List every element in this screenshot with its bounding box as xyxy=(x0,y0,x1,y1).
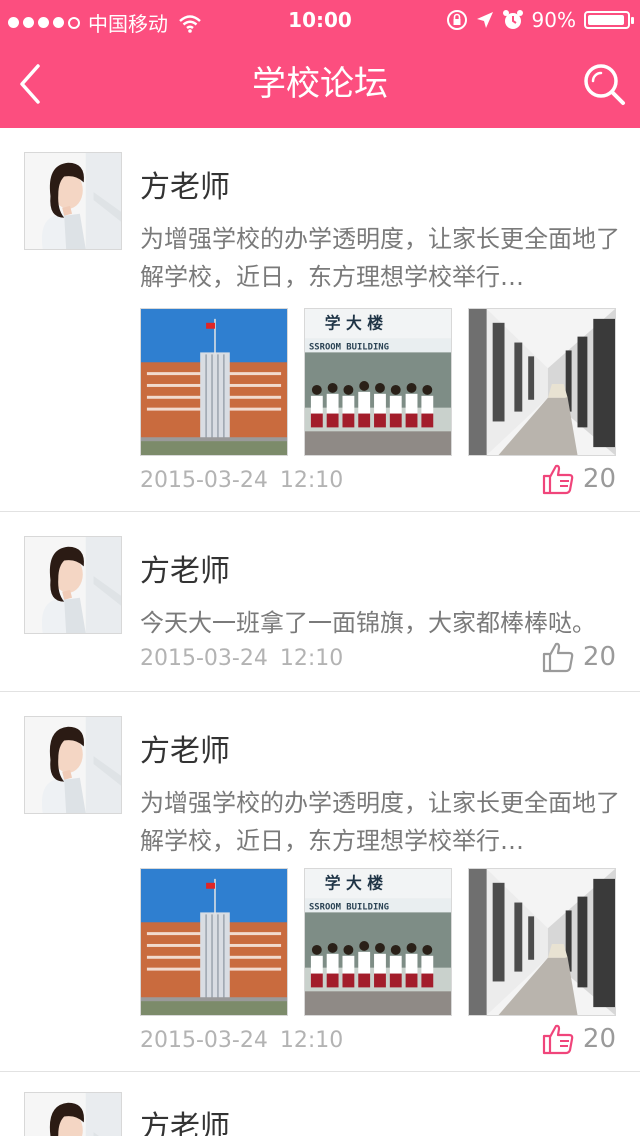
post-item[interactable]: 方老师 为增强学校的办学透明度，让家长更全面地了解学校，近日，东方理想学校举行…… xyxy=(0,128,640,512)
search-button[interactable] xyxy=(580,60,628,108)
like-count: 20 xyxy=(582,1024,616,1054)
like-count: 20 xyxy=(582,642,616,672)
post-item[interactable]: 方老师 今天大一班拿了一面锦旗，大家都棒棒哒。 2015-03-24 12:10 … xyxy=(0,512,640,692)
search-icon xyxy=(584,64,625,105)
app-header: 中国移动 10:00 90% 学校论坛 xyxy=(0,0,640,128)
post-timestamp: 2015-03-24 12:10 xyxy=(140,1028,343,1053)
image-thumb-school-building[interactable] xyxy=(140,868,288,1016)
status-right: 90% xyxy=(446,8,634,32)
author-avatar[interactable] xyxy=(24,536,122,634)
author-avatar[interactable] xyxy=(24,1092,122,1136)
post-date: 2015-03-24 xyxy=(140,646,268,671)
location-arrow-icon xyxy=(476,12,493,28)
image-gallery xyxy=(140,868,616,1016)
post-date: 2015-03-24 xyxy=(140,468,268,493)
image-thumb-students-group[interactable] xyxy=(304,868,452,1016)
post-time: 12:10 xyxy=(279,646,344,671)
post-content: 今天大一班拿了一面锦旗，大家都棒棒哒。 xyxy=(140,609,596,637)
alarm-icon xyxy=(502,10,523,29)
image-thumb-school-building[interactable] xyxy=(140,308,288,456)
post-time: 12:10 xyxy=(279,1028,344,1053)
battery-percent: 90% xyxy=(531,8,576,32)
post-time: 12:10 xyxy=(279,468,344,493)
author-name: 方老师 xyxy=(140,554,230,589)
image-gallery xyxy=(140,308,616,456)
author-name: 方老师 xyxy=(140,170,230,205)
thumbs-up-icon xyxy=(542,464,574,495)
like-button[interactable]: 20 xyxy=(541,640,616,674)
author-avatar[interactable] xyxy=(24,152,122,250)
status-bar: 中国移动 10:00 90% xyxy=(0,0,640,40)
image-thumb-students-group[interactable] xyxy=(304,308,452,456)
image-thumb-school-corridor[interactable] xyxy=(468,308,616,456)
author-name: 方老师 xyxy=(140,1110,230,1136)
battery-icon xyxy=(584,11,634,29)
author-avatar[interactable] xyxy=(24,716,122,814)
post-content: 为增强学校的办学透明度，让家长更全面地了解学校，近日，东方理想学校举行… xyxy=(140,789,620,855)
post-content: 为增强学校的办学透明度，让家长更全面地了解学校，近日，东方理想学校举行… xyxy=(140,225,620,291)
author-name: 方老师 xyxy=(140,734,230,769)
image-thumb-school-corridor[interactable] xyxy=(468,868,616,1016)
page-title: 学校论坛 xyxy=(252,64,388,104)
like-count: 20 xyxy=(582,464,616,494)
post-item[interactable]: 方老师 为增强学校的办学透明度，让家长更全面地了解学校，近日，东方理想学校举行…… xyxy=(0,692,640,1072)
thumbs-up-icon xyxy=(542,642,574,673)
thumbs-up-icon xyxy=(542,1024,574,1055)
post-date: 2015-03-24 xyxy=(140,1028,268,1053)
rotation-lock-icon xyxy=(446,10,467,30)
post-timestamp: 2015-03-24 12:10 xyxy=(140,646,343,671)
post-feed: 方老师 为增强学校的办学透明度，让家长更全面地了解学校，近日，东方理想学校举行…… xyxy=(0,128,640,1136)
post-item[interactable]: 方老师 xyxy=(0,1072,640,1136)
like-button[interactable]: 20 xyxy=(541,1022,616,1056)
like-button[interactable]: 20 xyxy=(541,462,616,496)
post-timestamp: 2015-03-24 12:10 xyxy=(140,468,343,493)
